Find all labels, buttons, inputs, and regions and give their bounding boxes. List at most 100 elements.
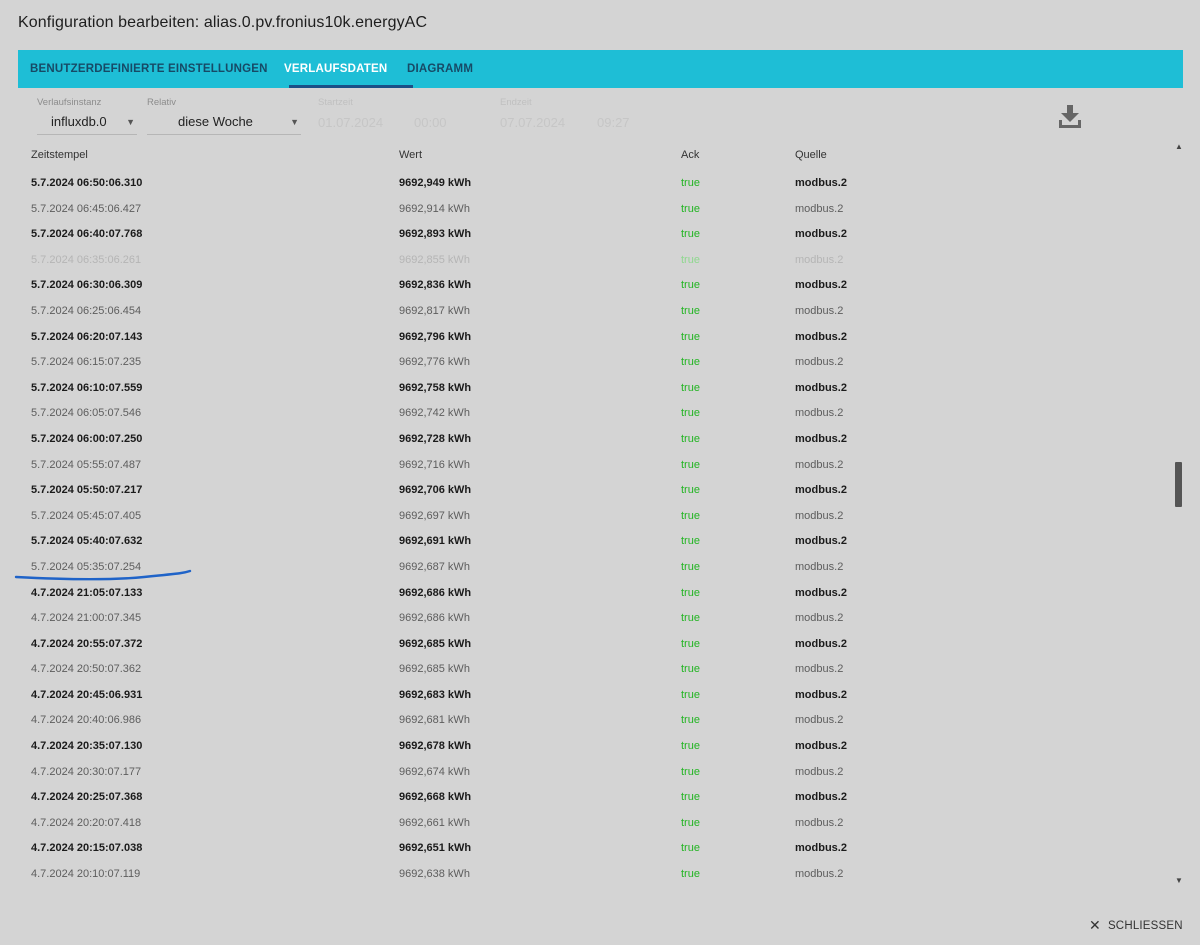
header-ack[interactable]: Ack — [681, 149, 699, 161]
ack-cell: true — [681, 304, 700, 317]
ack-cell: true — [681, 432, 700, 445]
value-cell: 9692,683 kWh — [399, 688, 472, 701]
source-cell: modbus.2 — [795, 279, 847, 292]
table-row[interactable]: 4.7.2024 20:35:07.130 9692,678 kWh true mod… — [0, 733, 1200, 759]
value-cell: 9692,686 kWh — [399, 586, 472, 599]
timestamp-cell: 5.7.2024 05:55:07.487 — [31, 458, 142, 471]
source-cell: modbus.2 — [795, 432, 847, 445]
table-row[interactable]: 5.7.2024 06:00:07.250 9692,728 kWh true mod… — [0, 426, 1200, 452]
table-row[interactable]: 4.7.2024 20:50:07.362 9692,685 kWh true mod… — [0, 656, 1200, 682]
relative-value: diese Woche — [178, 114, 253, 129]
table-row[interactable]: 4.7.2024 21:00:07.345 9692,686 kWh true mod… — [0, 605, 1200, 631]
value-cell: 9692,836 kWh — [399, 279, 472, 292]
table-row[interactable]: 5.7.2024 06:40:07.768 9692,893 kWh true mod… — [0, 221, 1200, 247]
relative-select[interactable]: diese Woche ▼ — [147, 110, 301, 135]
ack-cell: true — [681, 816, 700, 829]
table-row[interactable]: 5.7.2024 05:40:07.632 9692,691 kWh true mod… — [0, 528, 1200, 554]
tab-custom-settings[interactable]: BENUTZERDEFINIERTE EINSTELLUNGEN — [30, 50, 268, 88]
table-row[interactable]: 4.7.2024 20:10:07.119 9692,638 kWh true mod… — [0, 861, 1200, 887]
ack-cell: true — [681, 765, 700, 778]
source-cell: modbus.2 — [795, 586, 847, 599]
table-row[interactable]: 4.7.2024 20:20:07.418 9692,661 kWh true mod… — [0, 810, 1200, 836]
tab-history-data[interactable]: VERLAUFSDATEN — [284, 50, 387, 88]
source-cell: modbus.2 — [795, 202, 844, 215]
table-row[interactable]: 5.7.2024 06:25:06.454 9692,817 kWh true mod… — [0, 298, 1200, 324]
source-cell: modbus.2 — [795, 228, 847, 241]
timestamp-cell: 4.7.2024 20:55:07.372 — [31, 637, 143, 650]
value-cell: 9692,681 kWh — [399, 714, 470, 727]
source-cell: modbus.2 — [795, 407, 844, 420]
value-cell: 9692,685 kWh — [399, 637, 472, 650]
table-row[interactable]: 5.7.2024 06:10:07.559 9692,758 kWh true mod… — [0, 375, 1200, 401]
table-row[interactable]: 5.7.2024 06:05:07.546 9692,742 kWh true mod… — [0, 400, 1200, 426]
pen-annotation-underline — [14, 569, 192, 581]
table-row[interactable]: 5.7.2024 06:20:07.143 9692,796 kWh true mod… — [0, 324, 1200, 350]
end-time-field: 09:27 — [597, 115, 630, 130]
header-value[interactable]: Wert — [399, 149, 422, 161]
ack-cell: true — [681, 740, 700, 753]
timestamp-cell: 5.7.2024 06:00:07.250 — [31, 432, 143, 445]
relative-label: Relativ — [147, 97, 177, 108]
instance-select[interactable]: influxdb.0 ▼ — [37, 110, 137, 135]
ack-cell: true — [681, 228, 700, 241]
value-cell: 9692,796 kWh — [399, 330, 472, 343]
table-row[interactable]: 4.7.2024 20:25:07.368 9692,668 kWh true mod… — [0, 784, 1200, 810]
value-cell: 9692,742 kWh — [399, 407, 470, 420]
source-cell: modbus.2 — [795, 714, 844, 727]
close-button[interactable]: ✕ SCHLIESSEN — [1089, 916, 1183, 934]
ack-cell: true — [681, 458, 700, 471]
value-cell: 9692,697 kWh — [399, 509, 470, 522]
table-row[interactable]: 4.7.2024 20:55:07.372 9692,685 kWh true mod… — [0, 631, 1200, 657]
source-cell: modbus.2 — [795, 637, 847, 650]
timestamp-cell: 5.7.2024 05:40:07.632 — [31, 535, 143, 548]
ack-cell: true — [681, 560, 700, 573]
table-row[interactable]: 5.7.2024 06:50:06.310 9692,949 kWh true mod… — [0, 170, 1200, 196]
scroll-down-arrow[interactable]: ▼ — [1175, 876, 1183, 885]
end-label: Endzeit — [500, 97, 532, 108]
timestamp-cell: 5.7.2024 06:20:07.143 — [31, 330, 143, 343]
scroll-up-arrow[interactable]: ▲ — [1175, 142, 1183, 151]
table-row[interactable]: 5.7.2024 05:50:07.217 9692,706 kWh true mod… — [0, 477, 1200, 503]
source-cell: modbus.2 — [795, 304, 844, 317]
download-icon[interactable] — [1058, 104, 1082, 130]
instance-value: influxdb.0 — [51, 114, 107, 129]
scrollbar-thumb[interactable] — [1175, 462, 1182, 507]
value-cell: 9692,691 kWh — [399, 535, 472, 548]
ack-cell: true — [681, 637, 700, 650]
table-row[interactable]: 5.7.2024 06:45:06.427 9692,914 kWh true mod… — [0, 196, 1200, 222]
header-source[interactable]: Quelle — [795, 149, 827, 161]
value-cell: 9692,651 kWh — [399, 842, 472, 855]
history-table-body: 5.7.2024 06:50:06.310 9692,949 kWh true mod… — [0, 170, 1200, 887]
ack-cell: true — [681, 484, 700, 497]
value-cell: 9692,678 kWh — [399, 740, 472, 753]
table-row[interactable]: 5.7.2024 06:15:07.235 9692,776 kWh true mod… — [0, 349, 1200, 375]
source-cell: modbus.2 — [795, 560, 844, 573]
ack-cell: true — [681, 842, 700, 855]
timestamp-cell: 4.7.2024 20:30:07.177 — [31, 765, 142, 778]
source-cell: modbus.2 — [795, 458, 844, 471]
table-row[interactable]: 5.7.2024 05:45:07.405 9692,697 kWh true mod… — [0, 503, 1200, 529]
value-cell: 9692,758 kWh — [399, 381, 472, 394]
source-cell: modbus.2 — [795, 381, 847, 394]
table-row[interactable]: 4.7.2024 20:30:07.177 9692,674 kWh true mod… — [0, 759, 1200, 785]
header-timestamp[interactable]: Zeitstempel — [31, 149, 88, 161]
source-cell: modbus.2 — [795, 740, 847, 753]
table-row[interactable]: 4.7.2024 20:15:07.038 9692,651 kWh true mod… — [0, 835, 1200, 861]
ack-cell: true — [681, 177, 700, 189]
value-cell: 9692,661 kWh — [399, 816, 470, 829]
source-cell: modbus.2 — [795, 177, 847, 189]
source-cell: modbus.2 — [795, 816, 844, 829]
value-cell: 9692,817 kWh — [399, 304, 470, 317]
table-row[interactable]: 4.7.2024 20:40:06.986 9692,681 kWh true mod… — [0, 707, 1200, 733]
timestamp-cell: 4.7.2024 20:45:06.931 — [31, 688, 143, 701]
tab-chart[interactable]: DIAGRAMM — [407, 50, 473, 88]
value-cell: 9692,638 kWh — [399, 868, 470, 881]
ack-cell: true — [681, 356, 700, 369]
table-row[interactable]: 5.7.2024 05:55:07.487 9692,716 kWh true mod… — [0, 452, 1200, 478]
value-cell: 9692,716 kWh — [399, 458, 470, 471]
table-row[interactable]: 4.7.2024 20:45:06.931 9692,683 kWh true mod… — [0, 682, 1200, 708]
table-row[interactable]: 5.7.2024 06:35:06.261 9692,855 kWh true mod… — [0, 247, 1200, 273]
table-row[interactable]: 5.7.2024 06:30:06.309 9692,836 kWh true mod… — [0, 272, 1200, 298]
ack-cell: true — [681, 714, 700, 727]
source-cell: modbus.2 — [795, 535, 847, 548]
